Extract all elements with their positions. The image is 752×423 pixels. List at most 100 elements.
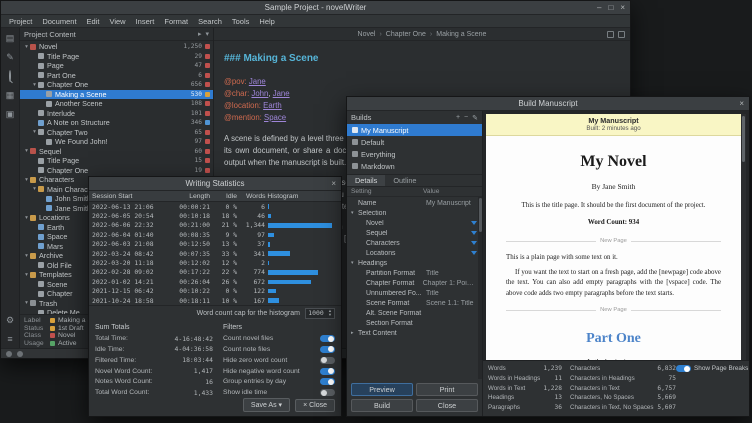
tree-item-chapter-one[interactable]: ▾Chapter One656 xyxy=(20,80,213,90)
collapse-icon[interactable]: ▾ xyxy=(23,148,30,154)
settings-icon[interactable]: ⚙ xyxy=(5,315,16,326)
session-row[interactable]: 2022-03-24 08:4200:07:3533 %341 xyxy=(89,249,341,258)
filter-icon[interactable] xyxy=(471,241,477,245)
breadcrumb-item-making-a-scene[interactable]: Making a Scene xyxy=(436,31,486,38)
collapse-icon[interactable]: ▾ xyxy=(23,272,30,278)
tag-value-link[interactable]: Space xyxy=(264,113,286,122)
filter-icon[interactable] xyxy=(471,221,477,225)
close-icon[interactable]: × xyxy=(331,179,336,188)
tree-item-title-page[interactable]: Title Page29 xyxy=(20,52,213,62)
bookmark-icon[interactable] xyxy=(607,31,614,38)
column-idle[interactable]: Idle xyxy=(210,193,237,200)
stats-titlebar[interactable]: Writing Statistics × xyxy=(89,177,341,191)
expander-icon[interactable]: ▾ xyxy=(351,210,358,216)
setting-partition-format[interactable]: Partition FormatTitle xyxy=(347,268,482,278)
menu-help[interactable]: Help xyxy=(254,17,279,26)
session-row[interactable]: 2022-06-13 21:0600:00:210 %6 xyxy=(89,202,341,211)
menu-icon[interactable]: ≡ xyxy=(5,334,16,345)
close-button[interactable]: × Close xyxy=(295,399,335,412)
breadcrumb-item-novel[interactable]: Novel xyxy=(358,31,376,38)
outline-icon[interactable]: ▦ xyxy=(5,90,16,101)
session-row[interactable]: 2022-06-05 20:5400:10:1818 %46 xyxy=(89,211,341,220)
tree-item-chapter-one[interactable]: Chapter One19 xyxy=(20,166,213,176)
collapse-icon[interactable]: ▾ xyxy=(31,186,38,192)
toggle-switch[interactable] xyxy=(676,365,691,372)
tab-outline[interactable]: Outline xyxy=(385,175,424,186)
close-button[interactable]: Close xyxy=(416,399,478,412)
build-item-everything[interactable]: Everything xyxy=(347,148,482,160)
menu-document[interactable]: Document xyxy=(37,17,81,26)
remove-build-icon[interactable]: − xyxy=(464,114,468,122)
setting-text-content[interactable]: ▸Text Content xyxy=(347,328,482,338)
column-length[interactable]: Length xyxy=(166,193,210,200)
session-row[interactable]: 2022-06-04 01:4000:08:359 %97 xyxy=(89,230,341,239)
menu-format[interactable]: Format xyxy=(159,17,193,26)
edit-build-icon[interactable]: ✎ xyxy=(472,114,478,122)
tree-item-making-a-scene[interactable]: Making a Scene530 xyxy=(20,90,213,100)
tree-item-part-one[interactable]: Part One6 xyxy=(20,71,213,81)
collapse-icon[interactable]: ▾ xyxy=(23,253,30,259)
toggle-switch[interactable] xyxy=(320,335,335,342)
collapse-icon[interactable]: ▾ xyxy=(23,44,30,50)
close-icon[interactable]: × xyxy=(739,99,744,108)
spinner-arrows-icon[interactable]: ▲▼ xyxy=(326,309,334,318)
tag-value-link[interactable]: Jane xyxy=(249,77,266,86)
tag-value-link[interactable]: Jane xyxy=(273,89,290,98)
menu-insert[interactable]: Insert xyxy=(131,17,160,26)
session-row[interactable]: 2022-06-06 22:3200:21:0021 %1,344 xyxy=(89,221,341,230)
tree-item-page[interactable]: Page47 xyxy=(20,61,213,71)
tree-item-interlude[interactable]: Interlude101 xyxy=(20,109,213,119)
expander-icon[interactable]: ▾ xyxy=(351,260,358,266)
menu-edit[interactable]: Edit xyxy=(82,17,105,26)
minimize-icon[interactable]: – xyxy=(597,3,601,12)
setting-section-format[interactable]: Section Format xyxy=(347,318,482,328)
save-as-button[interactable]: Save As ▾ xyxy=(243,398,290,412)
setting-headings[interactable]: ▾Headings xyxy=(347,258,482,268)
setting-name[interactable]: NameMy Manuscript xyxy=(347,198,482,208)
tree-item-another-scene[interactable]: Another Scene108 xyxy=(20,99,213,109)
main-titlebar[interactable]: Sample Project - novelWriter – □ × xyxy=(1,1,630,15)
setting-locations[interactable]: Locations xyxy=(347,248,482,258)
session-row[interactable]: 2022-01-02 14:2100:26:0426 %672 xyxy=(89,277,341,286)
collapse-icon[interactable]: ▾ xyxy=(31,82,38,88)
project-tree-icon[interactable]: ▤ xyxy=(5,33,16,44)
menu-tools[interactable]: Tools xyxy=(227,17,255,26)
build-item-markdown[interactable]: Markdown xyxy=(347,160,482,172)
toggle-switch[interactable] xyxy=(320,357,335,364)
tree-item-we-found-john[interactable]: We Found John!97 xyxy=(20,137,213,147)
add-build-icon[interactable]: + xyxy=(456,114,460,122)
settings-scrollbar[interactable] xyxy=(478,197,482,379)
session-row[interactable]: 2022-03-20 11:1800:12:0212 %2 xyxy=(89,258,341,267)
setting-alt-scene-format[interactable]: Alt. Scene Format xyxy=(347,308,482,318)
menu-project[interactable]: Project xyxy=(4,17,37,26)
tag-value-link[interactable]: John xyxy=(251,89,268,98)
session-row[interactable]: 2021-10-24 18:5800:18:1110 %167 xyxy=(89,296,341,305)
column-session-start[interactable]: Session Start xyxy=(92,193,166,200)
search-icon[interactable] xyxy=(5,71,16,82)
document-editor-icon[interactable]: ✎ xyxy=(5,52,16,63)
close-icon[interactable]: × xyxy=(620,3,625,12)
toggle-switch[interactable] xyxy=(320,368,335,375)
toggle-switch[interactable] xyxy=(320,346,335,353)
tree-item-chapter-two[interactable]: ▾Chapter Two65 xyxy=(20,128,213,138)
build-item-default[interactable]: Default xyxy=(347,136,482,148)
setting-sequel[interactable]: Sequel xyxy=(347,228,482,238)
expander-icon[interactable]: ▸ xyxy=(351,330,358,336)
expand-all-icon[interactable]: ▸ xyxy=(198,30,202,38)
setting-chapter-format[interactable]: Chapter FormatChapter 1: Point ... xyxy=(347,278,482,288)
collapse-icon[interactable]: ▾ xyxy=(31,129,38,135)
setting-unnumbered-fo[interactable]: Unnumbered Fo...Title xyxy=(347,288,482,298)
session-row[interactable]: 2022-02-28 09:0200:17:2222 %774 xyxy=(89,268,341,277)
build-titlebar[interactable]: Build Manuscript × xyxy=(347,97,749,111)
filter-icon[interactable] xyxy=(471,251,477,255)
build-button[interactable]: Build xyxy=(351,399,413,412)
setting-novel[interactable]: Novel xyxy=(347,218,482,228)
setting-scene-format[interactable]: Scene FormatScene 1.1: Title xyxy=(347,298,482,308)
build-item-my-manuscript[interactable]: My Manuscript xyxy=(347,124,482,136)
preview-scroll-thumb[interactable] xyxy=(742,116,745,162)
setting-characters[interactable]: Characters xyxy=(347,238,482,248)
print-button[interactable]: Print xyxy=(416,383,478,396)
collapse-icon[interactable]: ▾ xyxy=(23,177,30,183)
collapse-icon[interactable]: ▾ xyxy=(23,300,30,306)
maximize-icon[interactable]: □ xyxy=(608,3,613,12)
